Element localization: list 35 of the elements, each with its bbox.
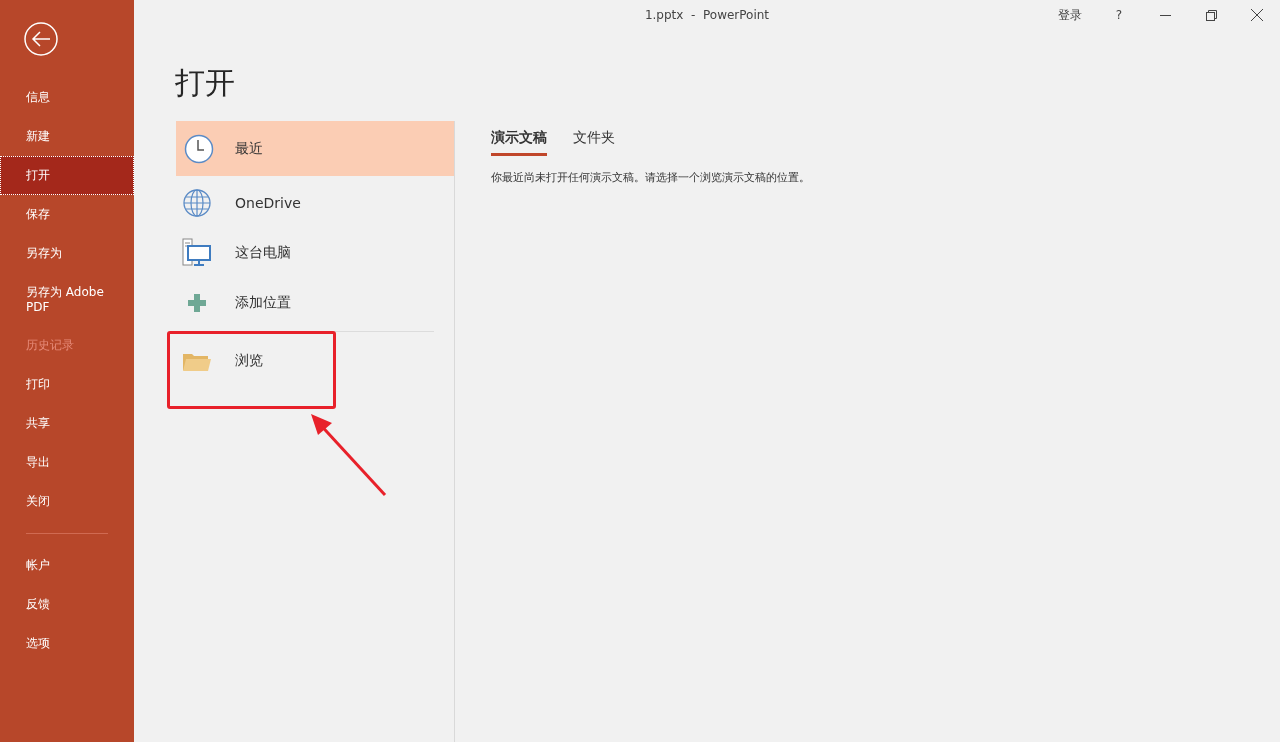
sidebar-item[interactable]: 关闭 [0,482,134,521]
sidebar-item[interactable]: 新建 [0,117,134,156]
sidebar-item[interactable]: 打印 [0,365,134,404]
sidebar-item[interactable]: 帐户 [0,546,134,585]
tab[interactable]: 文件夹 [573,129,615,156]
sidebar-item[interactable]: 选项 [0,624,134,663]
location-label: 添加位置 [235,294,291,312]
location-label: 浏览 [235,352,263,370]
help-button[interactable]: ? [1096,0,1142,30]
restore-icon [1205,9,1217,21]
globe-icon [182,188,212,218]
location-item[interactable]: 最近 [176,121,454,176]
location-label: 最近 [235,139,263,158]
sign-in-button[interactable]: 登录 [1044,0,1096,30]
sidebar-item[interactable]: 反馈 [0,585,134,624]
sidebar-item[interactable]: 保存 [0,195,134,234]
sidebar-item[interactable]: 导出 [0,443,134,482]
empty-message: 你最近尚未打开任何演示文稿。请选择一个浏览演示文稿的位置。 [491,170,810,185]
sidebar-item[interactable]: 打开 [0,156,134,195]
location-label: 这台电脑 [235,244,291,262]
page-title: 打开 [175,64,236,102]
location-item[interactable]: 添加位置 [176,278,454,328]
location-label: OneDrive [235,195,301,211]
location-item[interactable]: OneDrive [176,178,454,228]
location-item[interactable]: 浏览 [176,332,454,390]
clock-icon [184,133,214,164]
tab[interactable]: 演示文稿 [491,129,547,156]
close-icon [1251,9,1263,21]
computer-icon [182,238,212,268]
location-item[interactable]: 这台电脑 [176,228,454,278]
sidebar-item[interactable]: 另存为 Adobe PDF [0,273,134,326]
sidebar-item[interactable]: 信息 [0,78,134,117]
sidebar-item[interactable]: 另存为 [0,234,134,273]
window-title: 1.pptx - PowerPoint [644,8,770,22]
sidebar-item[interactable]: 共享 [0,404,134,443]
